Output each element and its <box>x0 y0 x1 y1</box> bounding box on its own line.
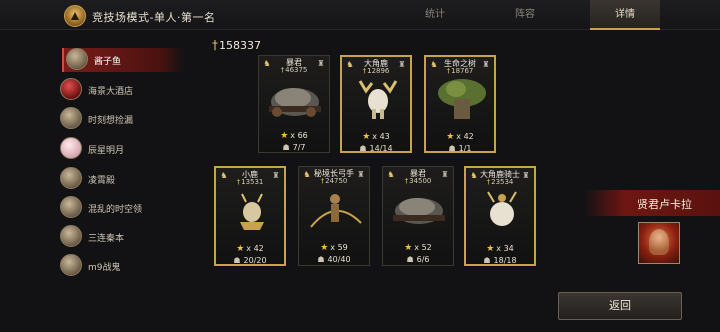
troop-count: ☗ 14/14 <box>359 144 393 153</box>
unit-power: 34500 <box>383 177 453 185</box>
unit-card[interactable]: ♞ ♜ 生命之树 18767 ★x 42 ☗1/1 <box>424 55 496 153</box>
unit-card[interactable]: ♞ ♜ 大角鹿骑士 23534 ★x 34 ☗18/18 <box>464 166 536 266</box>
troop-count: ☗ 1/1 <box>448 144 472 153</box>
unit-power: 46375 <box>259 66 329 74</box>
player-name: 时刻想捡漏 <box>88 116 134 126</box>
star-count: ★ x 66 <box>280 131 308 141</box>
unit-power: 23534 <box>466 178 534 186</box>
troop-count: ☗ 40/40 <box>317 255 351 264</box>
avatar <box>60 137 82 159</box>
player-item[interactable]: 三连秦本 <box>58 225 188 249</box>
total-power: †158337 <box>212 38 261 52</box>
unit-power: 12896 <box>342 67 410 75</box>
longbow-archer-art-icon <box>310 194 362 228</box>
page-title: 竞技场模式-单人·第一名 <box>92 11 216 24</box>
player-name: 海景大酒店 <box>88 87 134 97</box>
unit-card[interactable]: ♞ ♜ 秘境长弓手 24750 ★x 59 ☗40/40 <box>298 166 370 266</box>
star-count: ★ x 42 <box>446 132 474 142</box>
troop-count: ☗ 18/18 <box>483 256 517 265</box>
avatar <box>60 107 82 129</box>
avatar <box>60 196 82 218</box>
troop-count: ☗ 7/7 <box>282 143 306 152</box>
player-item[interactable]: 混乱的时空领 <box>58 196 188 220</box>
player-name: 三连秦本 <box>88 234 125 244</box>
player-item[interactable]: 时刻想捡漏 <box>58 107 188 131</box>
player-item[interactable]: m9战鬼 <box>58 254 188 278</box>
unit-card[interactable]: ♞ ♜ 暴君 46375 ★x 66 ☗7/7 <box>258 55 330 153</box>
avatar <box>60 78 82 100</box>
player-name: m9战鬼 <box>88 263 121 273</box>
avatar <box>66 48 88 70</box>
player-name: 混乱的时空领 <box>88 205 143 215</box>
troop-count: ☗ 20/20 <box>233 256 267 265</box>
tyrant-art-icon <box>393 198 445 224</box>
unit-card[interactable]: ♞ ♜ 暴君 34500 ★x 52 ☗6/6 <box>382 166 454 266</box>
avatar <box>60 225 82 247</box>
hero-portrait[interactable] <box>638 222 680 264</box>
unit-power: 13531 <box>216 178 284 186</box>
player-name: 辰星明月 <box>88 146 125 156</box>
tab-details[interactable]: 详情 <box>590 0 660 30</box>
star-count: ★ x 42 <box>236 244 264 254</box>
top-bar: 竞技场模式-单人·第一名 统计 阵容 详情 <box>0 0 720 30</box>
player-name: 酱子鱼 <box>94 57 122 67</box>
star-count: ★ x 34 <box>486 244 514 254</box>
player-item[interactable]: 海景大酒店 <box>58 78 188 102</box>
elk-art-icon <box>358 80 398 119</box>
player-name: 凌霄殿 <box>88 176 116 186</box>
avatar <box>60 254 82 276</box>
unit-power: 24750 <box>299 177 369 185</box>
player-item[interactable]: 辰星明月 <box>58 137 188 161</box>
fawn-art-icon <box>240 193 264 230</box>
tree-of-life-art-icon <box>438 79 486 119</box>
player-item[interactable]: 酱子鱼 <box>62 48 184 72</box>
player-list: 酱子鱼 海景大酒店 时刻想捡漏 辰星明月 凌霄殿 混乱的时空领 三连秦本 m9战… <box>0 40 190 290</box>
elk-rider-art-icon <box>487 191 517 226</box>
tab-stats[interactable]: 统计 <box>400 0 470 30</box>
hero-name: 贤君卢卡拉 <box>637 198 692 211</box>
unit-card[interactable]: ♞ ♜ 小鹿 13531 ★x 42 ☗20/20 <box>214 166 286 266</box>
tyrant-art-icon <box>269 88 321 117</box>
star-count: ★ x 59 <box>320 243 348 253</box>
power-icon: † <box>212 38 218 52</box>
troop-count: ☗ 6/6 <box>406 255 430 264</box>
star-count: ★ x 43 <box>362 132 390 142</box>
hero-name-banner: 贤君卢卡拉 <box>584 190 720 216</box>
total-power-value: 158337 <box>219 39 261 52</box>
star-count: ★ x 52 <box>404 243 432 253</box>
unit-card[interactable]: ♞ ♜ 大角鹿 12896 ★x 43 ☗14/14 <box>340 55 412 153</box>
back-button[interactable]: 返回 <box>558 292 682 320</box>
tab-lineup[interactable]: 阵容 <box>490 0 560 30</box>
avatar <box>60 167 82 189</box>
player-item[interactable]: 凌霄殿 <box>58 167 188 191</box>
arena-emblem-icon <box>64 5 86 27</box>
unit-power: 18767 <box>426 67 494 75</box>
